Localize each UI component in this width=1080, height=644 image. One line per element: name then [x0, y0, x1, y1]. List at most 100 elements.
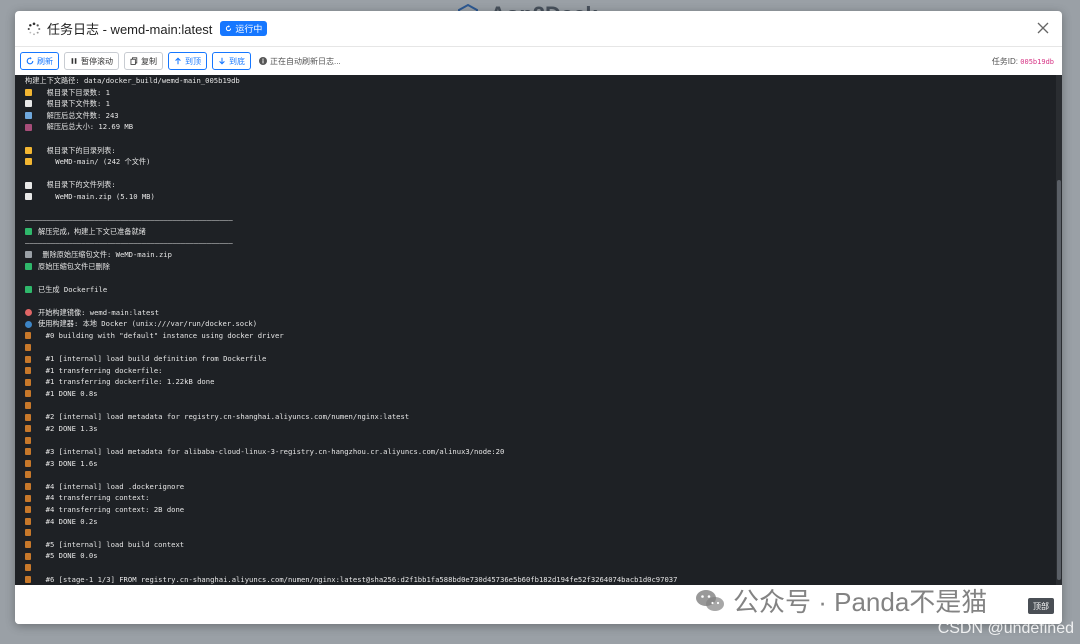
log-line	[25, 469, 1062, 481]
log-line-text: #4 transferring context:	[37, 493, 150, 503]
log-line-text: #4 DONE 0.2s	[37, 516, 98, 526]
info-icon	[259, 57, 267, 65]
csdn-watermark: CSDN @undefined	[937, 620, 1074, 637]
trash-icon	[25, 251, 32, 259]
log-line: #0 building with "default" instance usin…	[25, 330, 1062, 342]
log-line-text: 根目录下目录数: 1	[38, 87, 110, 97]
folder-icon	[25, 146, 32, 154]
fire-icon	[25, 390, 31, 398]
log-line	[25, 400, 1062, 412]
fire-icon	[25, 332, 31, 340]
log-output[interactable]: 构建上下文路径: data/docker_build/wemd-main_005…	[15, 75, 1062, 585]
log-line-text: #3 DONE 1.6s	[37, 458, 98, 468]
log-line: 根目录下文件数: 1	[25, 98, 1062, 110]
file-icon	[25, 100, 32, 108]
log-line-text: #2 DONE 1.3s	[37, 423, 98, 433]
log-line: 使用构建器: 本地 Docker (unix:///var/run/docker…	[25, 318, 1062, 330]
log-line-text: 根目录下的目录列表:	[38, 145, 116, 155]
fire-icon	[25, 343, 31, 351]
pause-label: 暂停滚动	[81, 56, 113, 66]
back-to-top-button[interactable]: 顶部	[1028, 598, 1054, 614]
log-line-text: 解压完成，构建上下文已准备就绪	[38, 226, 146, 236]
log-line-text: 开始构建镜像: wemd-main:latest	[38, 307, 160, 317]
log-line: 解压后总文件数: 243	[25, 110, 1062, 122]
folder-icon	[25, 158, 32, 166]
refresh-button[interactable]: 刷新	[20, 52, 59, 70]
fire-icon	[25, 552, 31, 560]
log-line-text: 根目录下文件数: 1	[38, 99, 110, 109]
log-line-text: 根目录下的文件列表:	[38, 180, 116, 190]
top-label: 到顶	[185, 56, 201, 66]
fire-icon	[25, 448, 31, 456]
log-line-text: #2 [internal] load metadata for registry…	[37, 412, 410, 422]
scroll-to-bottom-button[interactable]: 到底	[212, 52, 251, 70]
log-line	[25, 342, 1062, 354]
pause-scroll-button[interactable]: 暂停滚动	[64, 52, 119, 70]
fire-icon	[25, 401, 31, 409]
task-id: 任务ID: 005b19db	[992, 56, 1054, 67]
log-line: #5 [internal] load build context	[25, 539, 1062, 551]
rocket-icon	[25, 309, 32, 317]
log-line: #4 transferring context:	[25, 492, 1062, 504]
copy-button[interactable]: 复制	[124, 52, 163, 70]
log-line-text: #1 [internal] load build definition from…	[37, 354, 267, 364]
fire-icon	[25, 541, 31, 549]
log-line	[25, 434, 1062, 446]
log-line: #1 [internal] load build definition from…	[25, 353, 1062, 365]
log-line: 构建上下文路径: data/docker_build/wemd-main_005…	[25, 75, 1062, 87]
sync-icon	[226, 25, 232, 32]
check-icon	[25, 262, 32, 270]
log-line-text: #5 [internal] load build context	[37, 539, 185, 549]
log-line-text: 使用构建器: 本地 Docker (unix:///var/run/docker…	[38, 319, 258, 329]
log-line: #3 DONE 1.6s	[25, 458, 1062, 470]
log-line-text: #4 [internal] load .dockerignore	[37, 481, 185, 491]
log-line: ————————————————————————————————————————…	[25, 214, 1062, 226]
watermark: 公众号 · Panda不是猫	[695, 582, 987, 619]
refresh-label: 刷新	[37, 56, 53, 66]
log-line: 根目录下目录数: 1	[25, 87, 1062, 99]
fire-icon	[25, 564, 31, 572]
bottom-label: 到底	[229, 56, 245, 66]
log-line-text: 构建上下文路径: data/docker_build/wemd-main_005…	[25, 76, 240, 85]
log-line-text: 解压后总文件数: 243	[38, 110, 119, 120]
close-button[interactable]	[1034, 19, 1052, 37]
log-line-text: #0 building with "default" instance usin…	[37, 331, 284, 341]
fire-icon	[25, 575, 31, 583]
watermark-text: 公众号 · Panda不是猫	[733, 587, 988, 617]
log-line-text: 原始压缩包文件已删除	[38, 261, 110, 271]
log-line: #4 DONE 0.2s	[25, 516, 1062, 528]
fire-icon	[25, 506, 31, 514]
arrow-up-icon	[175, 57, 181, 65]
arrow-down-icon	[219, 57, 225, 65]
log-scrollbar[interactable]	[1056, 75, 1062, 585]
log-line: 已生成 Dockerfile	[25, 284, 1062, 296]
log-line: WeMD-main/ (242 个文件)	[25, 156, 1062, 168]
task-id-label: 任务ID:	[991, 57, 1019, 66]
disk-icon	[25, 123, 32, 131]
log-line: 解压完成，构建上下文已准备就绪	[25, 226, 1062, 238]
log-line: WeMD-main.zip (5.10 MB)	[25, 191, 1062, 203]
log-line: 解压后总大小: 12.69 MB	[25, 121, 1062, 133]
scroll-to-top-button[interactable]: 到顶	[168, 52, 207, 70]
log-line: #3 [internal] load metadata for alibaba-…	[25, 446, 1062, 458]
log-line: 根目录下的文件列表:	[25, 179, 1062, 191]
log-line: 开始构建镜像: wemd-main:latest	[25, 307, 1062, 319]
log-line-text: 已生成 Dockerfile	[38, 284, 108, 294]
log-line-text: #6 [stage-1 1/3] FROM registry.cn-shangh…	[37, 574, 678, 584]
log-line-text: #1 DONE 0.8s	[37, 389, 98, 399]
globe-icon	[25, 320, 32, 328]
fire-icon	[25, 483, 31, 491]
log-scrollbar-thumb[interactable]	[1057, 180, 1061, 580]
copy-icon	[130, 57, 138, 65]
fire-icon	[25, 425, 31, 433]
fire-icon	[25, 436, 31, 444]
modal-header: 任务日志 - wemd-main:latest 运行中	[15, 11, 1062, 47]
check-icon	[25, 285, 32, 293]
log-line: #2 DONE 1.3s	[25, 423, 1062, 435]
fire-icon	[25, 355, 31, 363]
log-line: 根目录下的目录列表:	[25, 145, 1062, 157]
